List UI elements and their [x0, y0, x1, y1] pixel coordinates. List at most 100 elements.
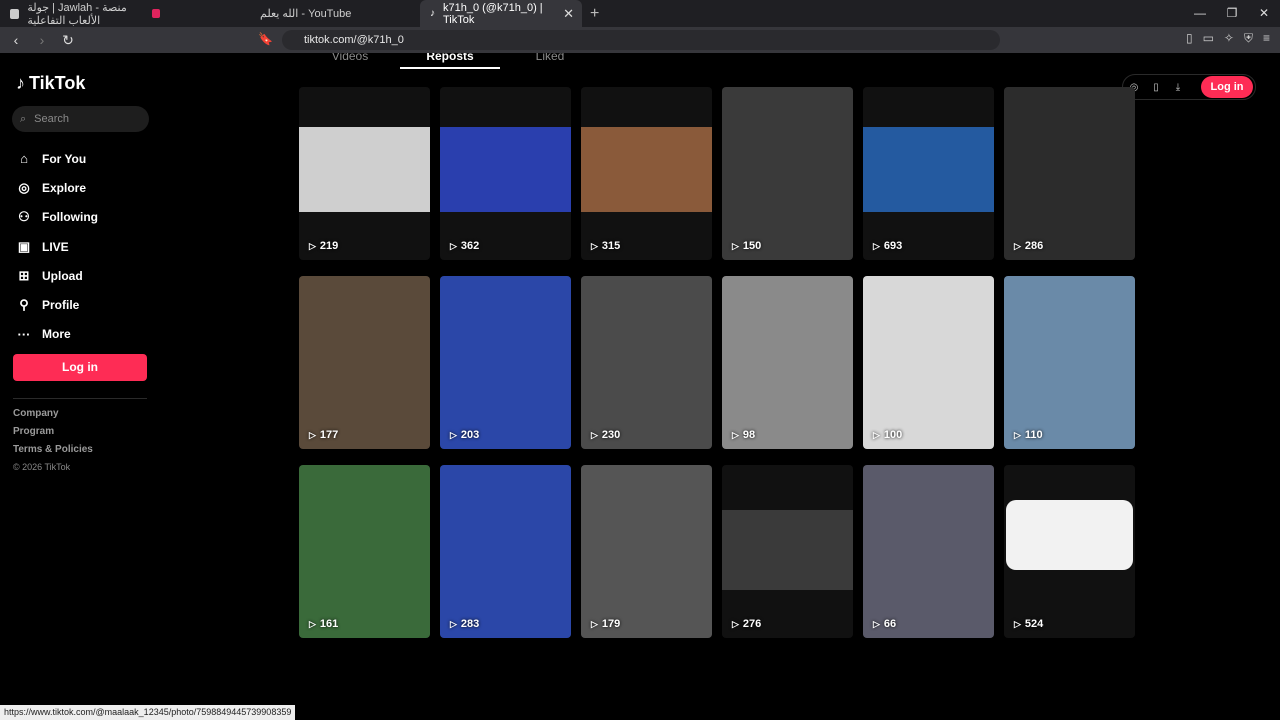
sidebar-item-label: Following [42, 210, 98, 225]
minimize-icon[interactable]: — [1184, 0, 1216, 27]
video-thumbnail [863, 127, 994, 212]
top-login-button[interactable]: Log in [1201, 76, 1253, 98]
view-count: ▷ 150 [732, 240, 761, 252]
browser-tab-tiktok[interactable]: ♪ k71h_0 (@k71h_0) | TikTok ✕ [420, 0, 582, 27]
tiktok-logo[interactable]: ♪ TikTok [16, 73, 85, 94]
video-thumbnail [581, 465, 712, 638]
video-card[interactable]: ▷ 100 [863, 276, 994, 449]
back-icon[interactable]: ‹ [6, 32, 26, 48]
video-card[interactable]: ▷ 276 [722, 465, 853, 638]
search-placeholder: Search [34, 113, 70, 125]
sidebar-login-button[interactable]: Log in [13, 354, 147, 381]
view-count-value: 203 [460, 429, 480, 441]
sidebar-item-following[interactable]: ⚇ Following [16, 203, 98, 232]
video-card[interactable]: ▷ 177 [299, 276, 430, 449]
tab-title: k71h_0 (@k71h_0) | TikTok [443, 1, 543, 26]
view-count-value: 362 [460, 240, 480, 252]
sidebar-item-upload[interactable]: ⊞ Upload [16, 261, 98, 290]
view-count: ▷ 177 [309, 429, 338, 441]
video-card[interactable]: ▷ 203 [440, 276, 571, 449]
menu-icon[interactable]: ≡ [1263, 31, 1270, 46]
video-card[interactable]: ▷ 362 [440, 87, 571, 260]
browser-tab-youtube[interactable]: الله يعلم - YouTube [250, 0, 420, 27]
tab-reposts[interactable]: Reposts [400, 53, 500, 69]
download-icon[interactable]: ⤓ [1167, 82, 1189, 93]
video-thumbnail [299, 465, 430, 638]
video-card[interactable]: ▷ 179 [581, 465, 712, 638]
url-field[interactable]: tiktok.com/@k71h_0 [282, 30, 1000, 50]
video-card[interactable]: ▷ 230 [581, 276, 712, 449]
ai-icon[interactable]: ✧ [1224, 31, 1234, 46]
tab-title: جولة | Jawlah - منصة الألعاب التفاعلية [27, 1, 127, 27]
video-card[interactable]: ▷ 286 [1004, 87, 1135, 260]
video-card[interactable]: ▷ 66 [863, 465, 994, 638]
sidebar: ♪ TikTok ⌕ Search ⌂ For You ◎ Explore ⚇ … [0, 53, 160, 720]
view-count: ▷ 98 [732, 429, 755, 441]
bookmark-icon[interactable]: 🔖 [258, 32, 273, 46]
video-card[interactable]: ▷ 219 [299, 87, 430, 260]
view-count-value: 315 [601, 240, 621, 252]
video-card[interactable]: ▷ 110 [1004, 276, 1135, 449]
browser-tab-jawlah[interactable]: جولة | Jawlah - منصة الألعاب التفاعلية [0, 0, 170, 27]
sidebar-item-more[interactable]: ··· More [16, 320, 98, 349]
play-icon: ▷ [1014, 618, 1021, 629]
tab-title: الله يعلم - YouTube [260, 8, 352, 20]
search-input[interactable]: ⌕ Search [12, 106, 149, 132]
video-thumbnail [1006, 500, 1133, 570]
view-count-value: 693 [883, 240, 903, 252]
view-count: ▷ 283 [450, 618, 479, 630]
sidebar-item-live[interactable]: ▣ LIVE [16, 232, 98, 261]
sidebar-item-label: More [42, 327, 71, 342]
video-card[interactable]: ▷ 161 [299, 465, 430, 638]
new-tab-icon[interactable]: + [590, 5, 599, 23]
video-card[interactable]: ▷ 315 [581, 87, 712, 260]
reload-icon[interactable]: ↻ [58, 32, 78, 49]
browser-toolbar: ▯ ▭ ✧ ⛨ ≡ [1186, 31, 1270, 46]
sidebar-item-profile[interactable]: ⚲ Profile [16, 290, 98, 319]
phone-icon[interactable]: ▯ [1145, 82, 1167, 93]
restore-icon[interactable]: ❐ [1216, 0, 1248, 27]
play-icon: ▷ [732, 429, 739, 440]
video-thumbnail [299, 276, 430, 449]
video-card[interactable]: ▷ 150 [722, 87, 853, 260]
video-thumbnail [863, 276, 994, 449]
search-icon: ⌕ [20, 112, 27, 125]
view-count-value: 524 [1024, 618, 1044, 630]
shield-icon[interactable]: ⛨ [1244, 31, 1253, 46]
sidebar-item-for-you[interactable]: ⌂ For You [16, 144, 98, 173]
tab-liked[interactable]: Liked [500, 53, 600, 69]
view-count: ▷ 230 [591, 429, 620, 441]
jawlah-favicon-icon [10, 8, 20, 19]
video-card[interactable]: ▷ 524 [1004, 465, 1135, 638]
view-count: ▷ 693 [873, 240, 902, 252]
view-count: ▷ 100 [873, 429, 902, 441]
video-thumbnail [722, 87, 853, 260]
video-card[interactable]: ▷ 98 [722, 276, 853, 449]
sidebar-item-label: Explore [42, 180, 87, 195]
youtube-favicon-icon [152, 9, 160, 18]
tiktok-favicon-icon: ♪ [430, 8, 435, 19]
close-tab-icon[interactable]: ✕ [563, 6, 574, 22]
close-window-icon[interactable]: ✕ [1248, 0, 1280, 27]
footer-link-program[interactable]: Program [13, 426, 93, 444]
video-card[interactable]: ▷ 283 [440, 465, 571, 638]
view-count-value: 276 [742, 618, 762, 630]
top-action-bar: ◎ ▯ ⤓ Log in [1122, 74, 1256, 100]
play-icon: ▷ [450, 618, 457, 629]
sidebar-item-explore[interactable]: ◎ Explore [16, 173, 98, 202]
footer-link-terms[interactable]: Terms & Policies [13, 444, 93, 462]
sidebar-icon[interactable]: ▯ [1186, 31, 1193, 46]
view-count-value: 100 [883, 429, 903, 441]
wallet-icon[interactable]: ▭ [1203, 31, 1214, 46]
live-icon: ▣ [17, 238, 31, 254]
window-controls: — ❐ ✕ [1184, 0, 1280, 27]
video-card[interactable]: ▷ 693 [863, 87, 994, 260]
upload-icon: ⊞ [18, 267, 30, 283]
forward-icon[interactable]: › [32, 32, 52, 48]
footer-link-company[interactable]: Company [13, 408, 93, 426]
view-count-value: 283 [460, 618, 480, 630]
address-bar: ‹ › ↻ 🔖 tiktok.com/@k71h_0 ▯ ▭ ✧ ⛨ ≡ [0, 27, 1280, 53]
tab-videos[interactable]: Videos [300, 53, 400, 69]
view-count-value: 110 [1024, 429, 1043, 441]
sidebar-item-label: Profile [42, 298, 80, 313]
